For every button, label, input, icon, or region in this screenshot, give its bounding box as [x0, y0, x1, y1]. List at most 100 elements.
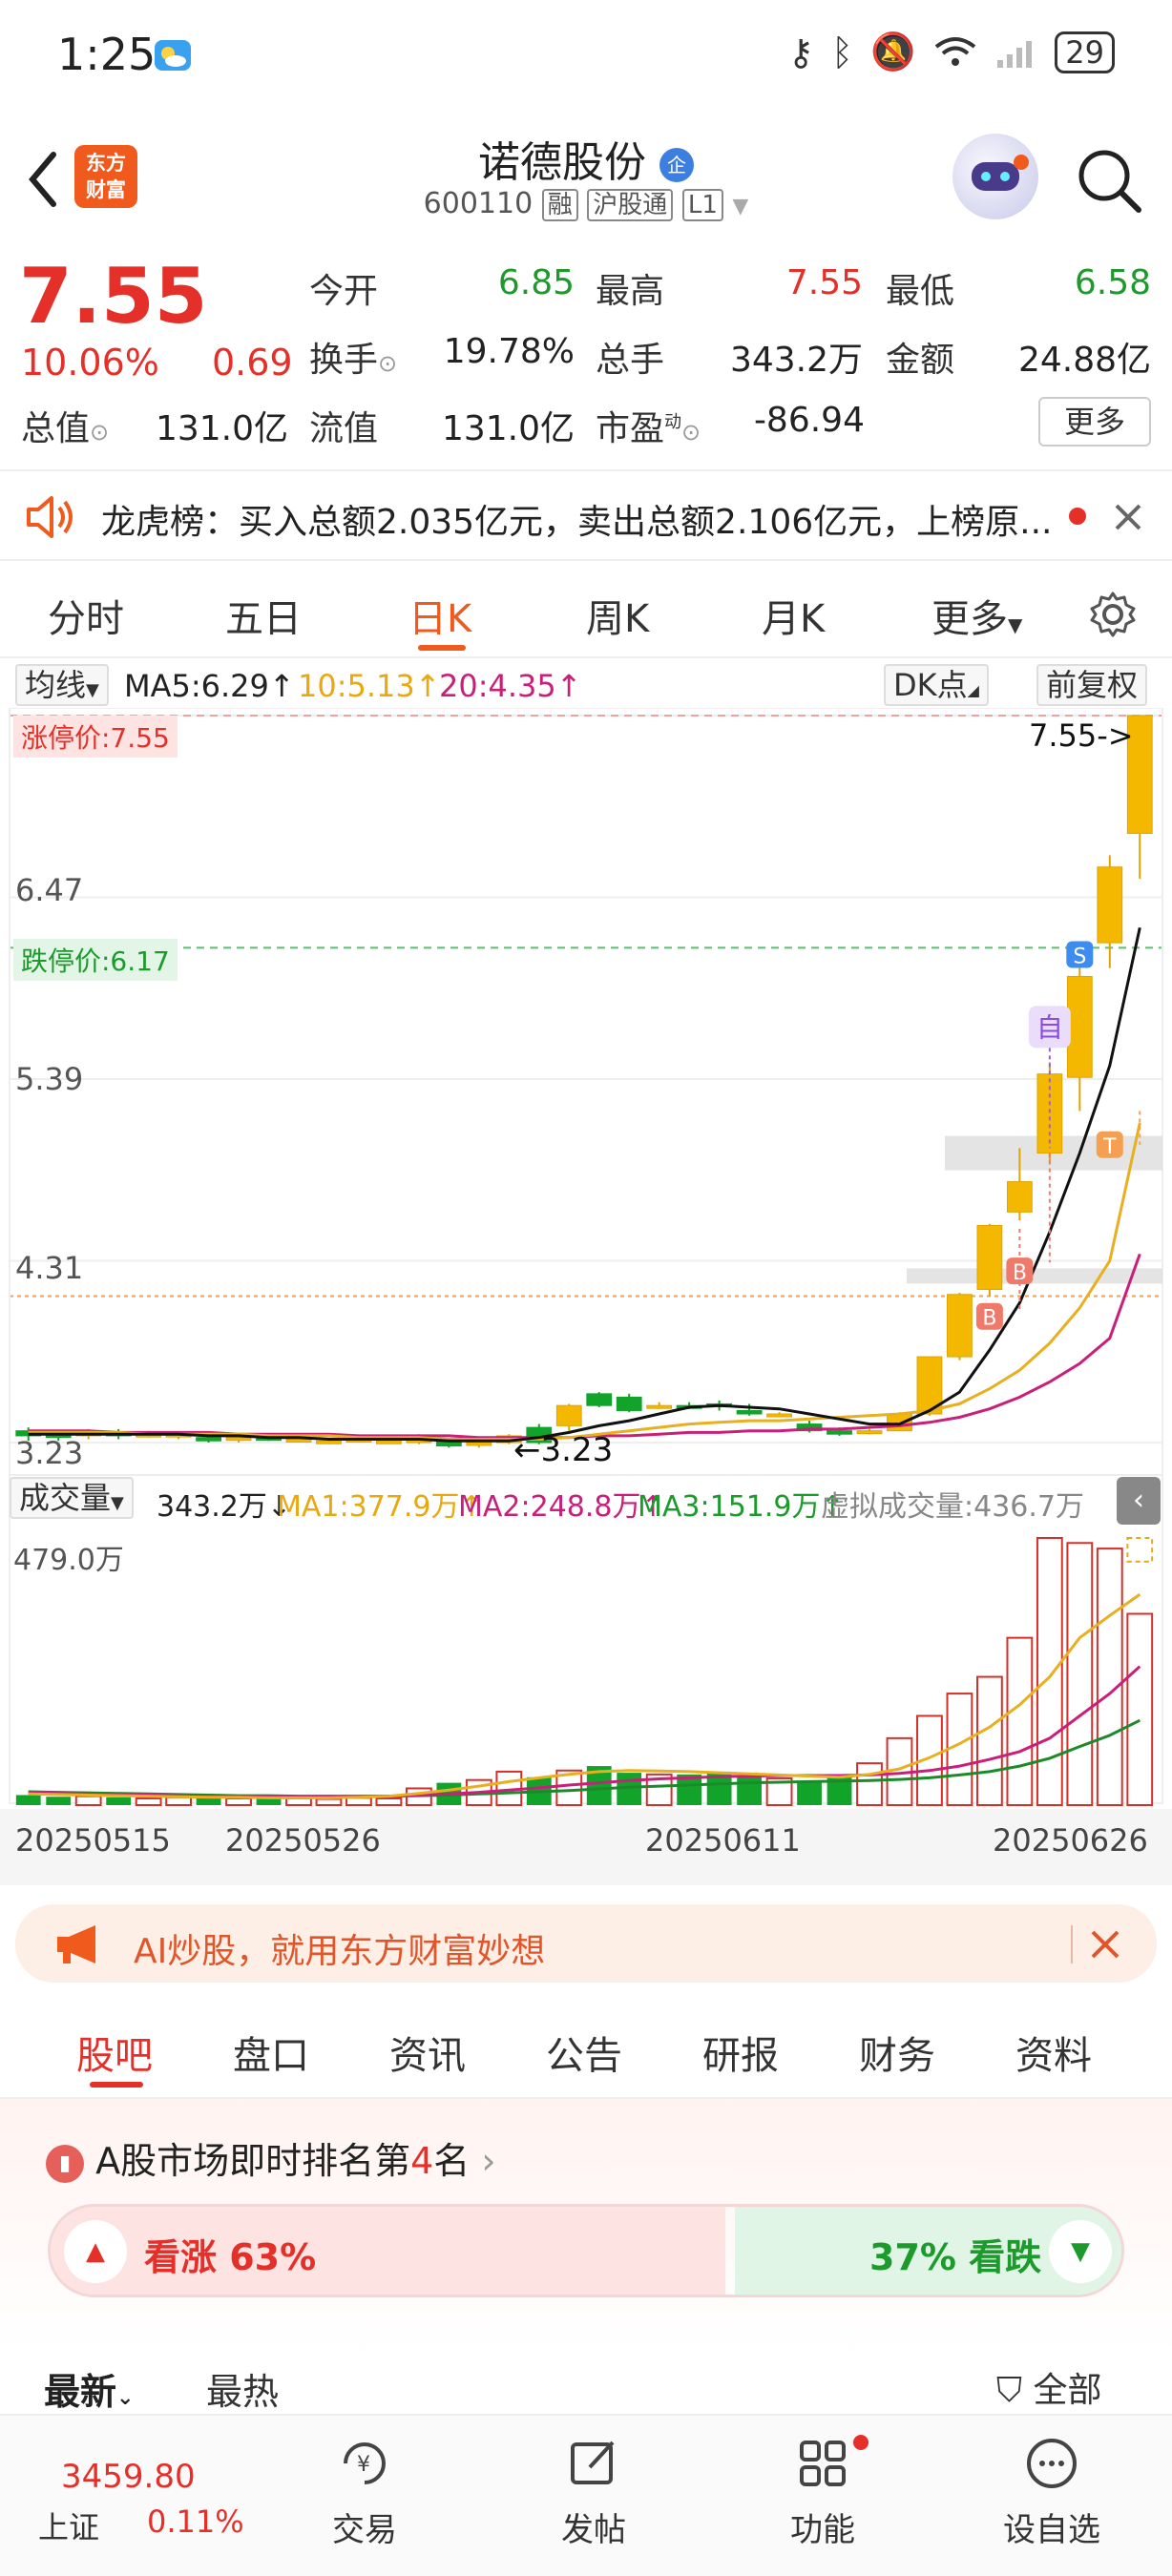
volume-legend: 成交量▼ 343.2万↓ MA1:377.9万↑ MA2:248.8万↑ MA3…: [0, 1475, 1172, 1525]
volume-bar: [196, 1797, 221, 1805]
nav-trade[interactable]: ¥ 交易: [288, 2435, 441, 2550]
pe-label: 市盈动⊙: [596, 409, 701, 448]
volume-bar: [315, 1797, 343, 1807]
enterprise-badge: 企: [659, 148, 694, 182]
volume-value: 343.2万: [729, 341, 863, 380]
tab-financials[interactable]: 财务: [859, 2025, 935, 2080]
mute-icon: 🔕: [869, 31, 916, 73]
close-icon[interactable]: [1111, 500, 1145, 534]
speaker-icon: [27, 496, 73, 538]
chart-icon: ▮: [46, 2144, 84, 2183]
active-tab-indicator: [90, 2082, 143, 2088]
float-cap-label: 流值: [309, 409, 379, 448]
tab-more[interactable]: 更多▼: [931, 588, 1022, 643]
active-tab-indicator: [418, 645, 466, 651]
date-label: 20250515: [15, 1822, 171, 1859]
date-label: 20250611: [645, 1822, 801, 1859]
ma20-value: 20:4.35↑: [439, 668, 582, 704]
tab-order-book[interactable]: 盘口: [233, 2025, 309, 2080]
volume-bar: [827, 1774, 852, 1805]
tab-weekly-k[interactable]: 周K: [586, 588, 649, 643]
sentiment-bar: ▲ 看涨 63% 37% 看跌 ▼: [48, 2204, 1124, 2297]
dk-point-button[interactable]: DK点◢: [884, 664, 989, 706]
stock-header: 东方 财富 诺德股份 企 600110 融 沪股通 L1 ▼: [0, 116, 1172, 240]
index-change: 0.11%: [147, 2503, 244, 2540]
fall-vote-button[interactable]: ▼: [1049, 2220, 1112, 2283]
t-marker-text: T: [1102, 1135, 1117, 1159]
rise-vote-button[interactable]: ▲: [64, 2220, 127, 2283]
sort-hot[interactable]: 最热: [206, 2362, 279, 2415]
volume-bar: [1036, 1537, 1063, 1806]
tab-research[interactable]: 研报: [702, 2025, 779, 2080]
limit-down-label: 跌停价:6.17: [13, 939, 178, 981]
candle-body: [466, 1442, 492, 1446]
candle-body: [947, 1294, 973, 1358]
ma10-value: 10:5.13↑: [298, 668, 441, 704]
tab-intraday[interactable]: 分时: [48, 588, 124, 643]
sort-row: 最新⌄ 最热 ⛉ 全部: [0, 2357, 1172, 2414]
y-tick-1: 6.47: [15, 872, 84, 908]
y-tick-3: 4.31: [15, 1250, 84, 1286]
volume-bar: [74, 1795, 102, 1807]
tab-news[interactable]: 资讯: [389, 2025, 466, 2080]
candle-body: [376, 1440, 402, 1444]
gear-icon[interactable]: [1088, 590, 1138, 639]
battery-indicator: 29: [1055, 31, 1115, 73]
tab-announcements[interactable]: 公告: [546, 2025, 622, 2080]
volume-bar: [46, 1797, 72, 1805]
volume-label: 总手: [596, 341, 665, 380]
divider: [1071, 1925, 1073, 1963]
collapse-panel-button[interactable]: ‹: [1117, 1477, 1161, 1525]
tab-five-day[interactable]: 五日: [225, 588, 302, 643]
virtual-volume: 虚拟成交量:436.7万: [821, 1490, 1084, 1524]
ma-selector[interactable]: 均线▼: [15, 664, 109, 706]
low-label: 最低: [886, 272, 955, 311]
kline-chart[interactable]: BB S T 自: [0, 708, 1172, 1891]
more-button[interactable]: 更多: [1038, 397, 1151, 447]
volume-bar: [1066, 1542, 1094, 1807]
ai-robot-icon[interactable]: [952, 134, 1038, 219]
fall-label: 37% 看跌: [869, 2236, 1042, 2278]
index-ticker[interactable]: 3459.80 上证 0.11%: [0, 2416, 248, 2576]
adjust-button[interactable]: 前复权: [1036, 664, 1148, 706]
status-icons: ⚷ ᛒ 🔕 29: [787, 31, 1115, 73]
bottom-nav: 3459.80 上证 0.11% ¥ 交易 发帖 功能 设自选: [0, 2414, 1172, 2576]
volume-bar: [135, 1797, 162, 1806]
close-icon[interactable]: [1088, 1927, 1122, 1962]
buy-marker-text: B: [1013, 1261, 1027, 1285]
tab-profile[interactable]: 资料: [1015, 2025, 1092, 2080]
ai-banner[interactable]: AI炒股，就用东方财富妙想: [15, 1904, 1157, 1983]
volume-bar: [1006, 1636, 1034, 1806]
tab-daily-k[interactable]: 日K: [408, 588, 471, 643]
candle-body: [1097, 866, 1123, 944]
wifi-icon: [935, 36, 976, 66]
filter-icon: ⛉: [996, 2371, 1023, 2410]
high-value: 7.55: [785, 263, 863, 302]
sort-latest[interactable]: 最新⌄: [44, 2362, 134, 2415]
tab-forum[interactable]: 股吧: [76, 2025, 153, 2080]
tab-monthly-k[interactable]: 月K: [762, 588, 825, 643]
volume-bar: [285, 1797, 312, 1806]
dragon-tiger-banner[interactable]: 龙虎榜：买入总额2.035亿元，卖出总额2.106亿元，上榜原...: [0, 469, 1172, 561]
index-name: 上证: [38, 2509, 100, 2545]
chevron-right-icon: ›: [481, 2140, 496, 2182]
date-label: 20250526: [225, 1822, 381, 1859]
volume-selector[interactable]: 成交量▼: [10, 1477, 134, 1519]
search-icon[interactable]: [1074, 145, 1144, 216]
filter-button[interactable]: ⛉ 全部: [996, 2362, 1101, 2412]
level-tag: L1: [681, 189, 723, 221]
nav-function[interactable]: 功能: [746, 2435, 899, 2550]
volume-ma3: MA3:151.9万↑: [638, 1490, 845, 1524]
open-label: 今开: [309, 272, 379, 311]
ranking-title[interactable]: ▮ A股市场即时排名第4名 ›: [46, 2131, 496, 2184]
svg-text:¥: ¥: [357, 2453, 370, 2477]
amount-value: 24.88亿: [1017, 341, 1151, 380]
volume-bar: [975, 1675, 1003, 1806]
signal-icon: [997, 40, 1033, 68]
volume-bar: [165, 1796, 193, 1806]
limit-up-label: 涨停价:7.55: [13, 716, 178, 758]
turnover-value: 19.78%: [443, 332, 575, 371]
nav-post[interactable]: 发帖: [517, 2435, 670, 2550]
volume-bar: [225, 1797, 252, 1806]
nav-watchlist[interactable]: 设自选: [975, 2435, 1128, 2550]
